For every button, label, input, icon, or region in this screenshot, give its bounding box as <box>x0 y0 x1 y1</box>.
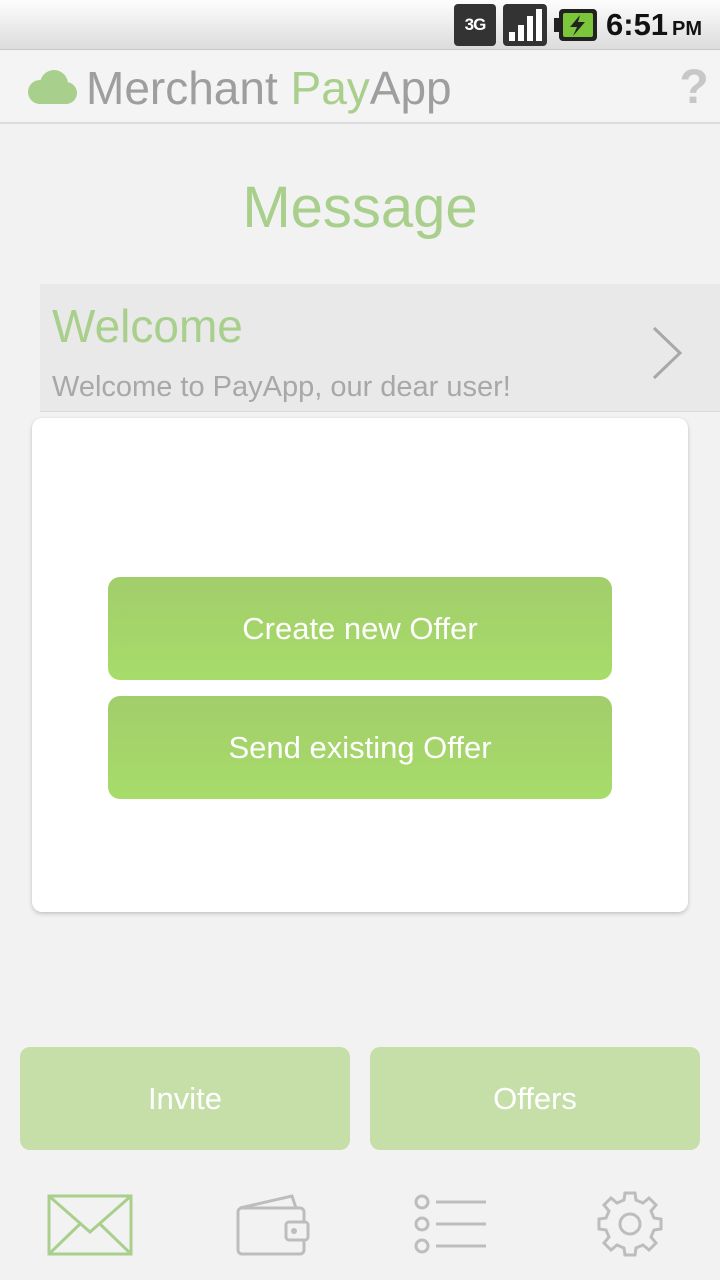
network-3g-icon: 3G <box>454 4 496 46</box>
tab-settings[interactable] <box>540 1170 720 1280</box>
cloud-logo-icon <box>28 70 77 104</box>
tab-messages[interactable] <box>0 1170 180 1280</box>
battery-charging-icon <box>554 9 597 41</box>
wallet-icon <box>236 1194 310 1256</box>
offer-dialog: Create new Offer Send existing Offer <box>32 418 688 912</box>
envelope-icon <box>47 1194 133 1256</box>
message-preview: Welcome to PayApp, our dear user! <box>52 371 511 403</box>
chevron-right-icon <box>652 326 683 380</box>
tab-list[interactable] <box>360 1170 540 1280</box>
tab-wallet[interactable] <box>180 1170 360 1280</box>
app-header: Merchant PayApp ? <box>0 52 720 124</box>
help-icon[interactable]: ? <box>676 60 712 116</box>
offers-button[interactable]: Offers <box>370 1047 700 1150</box>
send-existing-offer-button[interactable]: Send existing Offer <box>108 696 612 799</box>
gear-icon <box>597 1191 663 1257</box>
signal-icon <box>503 4 547 46</box>
message-title: Welcome <box>52 300 243 352</box>
app-title: Merchant PayApp <box>86 62 452 114</box>
status-time: 6:51 PM <box>606 7 703 42</box>
bottom-tab-bar <box>0 1170 720 1280</box>
status-bar: 3G 6:51 PM <box>0 0 720 50</box>
invite-button[interactable]: Invite <box>20 1047 350 1150</box>
create-new-offer-button[interactable]: Create new Offer <box>108 577 612 680</box>
page-title: Message <box>242 175 478 240</box>
message-list-item[interactable]: Welcome Welcome to PayApp, our dear user… <box>40 284 720 412</box>
list-icon <box>414 1194 486 1254</box>
